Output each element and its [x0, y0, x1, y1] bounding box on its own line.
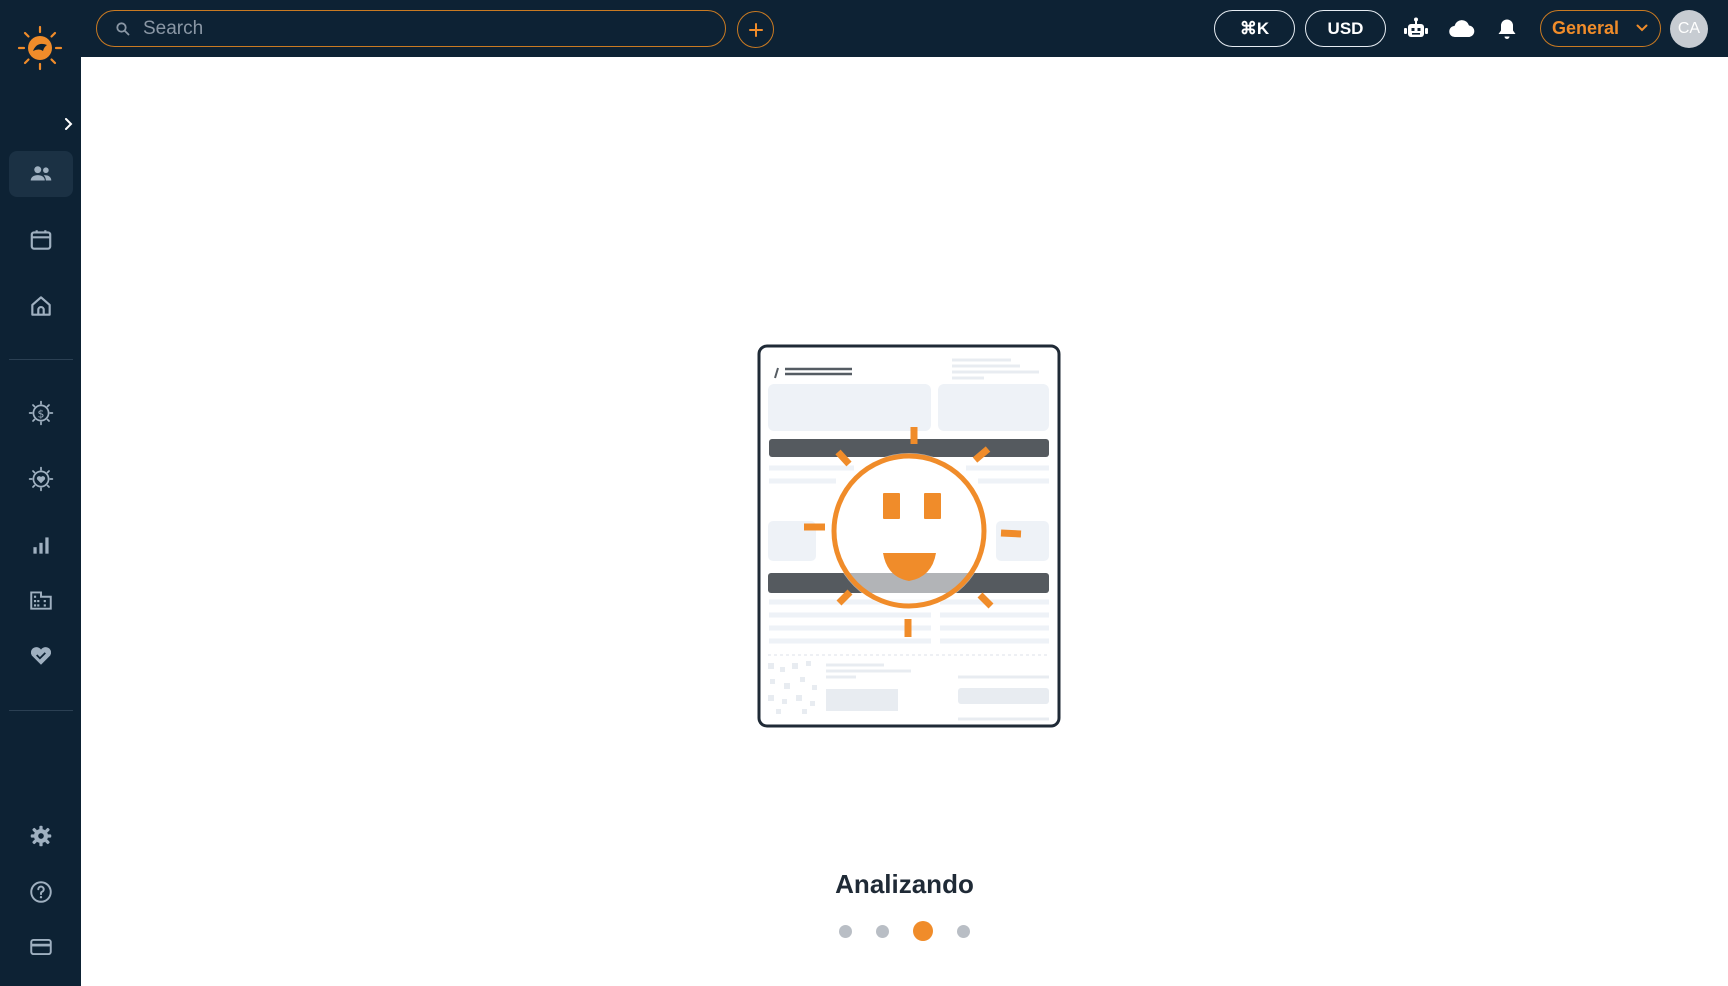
handshake-icon: [30, 647, 52, 665]
chevron-right-icon: [65, 118, 73, 130]
command-palette-button[interactable]: ⌘K: [1214, 10, 1295, 47]
avatar[interactable]: CA: [1670, 10, 1708, 48]
sidebar-item-finance[interactable]: $: [9, 390, 73, 436]
assistant-button[interactable]: [1401, 14, 1431, 44]
workspace-selector[interactable]: General: [1540, 10, 1661, 47]
cloud-icon: [1449, 20, 1475, 38]
search-input[interactable]: [143, 17, 703, 40]
search-box[interactable]: [96, 10, 726, 47]
bar-chart-icon: [33, 537, 49, 554]
currency-selector[interactable]: USD: [1305, 10, 1386, 47]
brand-logo[interactable]: [16, 24, 64, 72]
notifications-button[interactable]: [1492, 14, 1522, 44]
sidebar-divider: [9, 359, 73, 360]
progress-dots: [81, 921, 1728, 941]
plus-icon: [748, 22, 763, 37]
document-analysis-illustration: [757, 344, 1061, 728]
sidebar-item-reports[interactable]: [9, 522, 73, 568]
cloud-sync-button[interactable]: [1447, 14, 1477, 44]
sidebar-item-contacts[interactable]: [9, 151, 73, 197]
robot-icon: [1404, 17, 1428, 37]
sidebar-item-billing[interactable]: [9, 924, 73, 970]
building-icon: [30, 591, 52, 610]
avatar-initials: CA: [1677, 20, 1701, 37]
workspace-label: General: [1552, 18, 1620, 38]
sidebar-item-home[interactable]: [9, 283, 73, 329]
progress-dot: [876, 924, 889, 938]
svg-text:$: $: [38, 407, 45, 420]
progress-dot: [839, 924, 852, 938]
currency-label: USD: [1327, 18, 1364, 38]
sidebar-item-help[interactable]: [9, 869, 73, 915]
main-content: Analizando: [81, 57, 1728, 986]
dollar-sun-icon: $: [28, 400, 54, 426]
bell-icon: [1498, 19, 1516, 39]
sidebar-item-partnerships[interactable]: [9, 632, 73, 678]
shortcut-label: ⌘K: [1239, 18, 1270, 38]
home-icon: [31, 296, 51, 316]
app: $ ⌘K USD: [0, 0, 1728, 986]
progress-dot-active: [913, 921, 933, 941]
sidebar-item-settings[interactable]: [9, 813, 73, 859]
topbar: ⌘K USD General CA: [81, 0, 1728, 57]
sidebar: $: [0, 0, 82, 986]
sidebar-collapse-button[interactable]: [54, 110, 82, 138]
search-icon: [116, 21, 130, 35]
analysis-status-label: Analizando: [835, 869, 974, 899]
people-icon: [30, 166, 52, 181]
calendar-icon: [30, 230, 52, 250]
sidebar-item-companies[interactable]: [9, 577, 73, 623]
add-button[interactable]: [737, 11, 774, 48]
credit-card-icon: [30, 938, 52, 956]
help-icon: [30, 881, 52, 903]
sidebar-item-wellbeing[interactable]: [9, 456, 73, 502]
progress-dot: [957, 924, 970, 938]
sidebar-item-calendar[interactable]: [9, 217, 73, 263]
chevron-down-icon: [1636, 24, 1648, 32]
heart-sun-icon: [28, 466, 54, 492]
settings-icon: [30, 825, 52, 847]
sidebar-divider: [9, 710, 73, 711]
